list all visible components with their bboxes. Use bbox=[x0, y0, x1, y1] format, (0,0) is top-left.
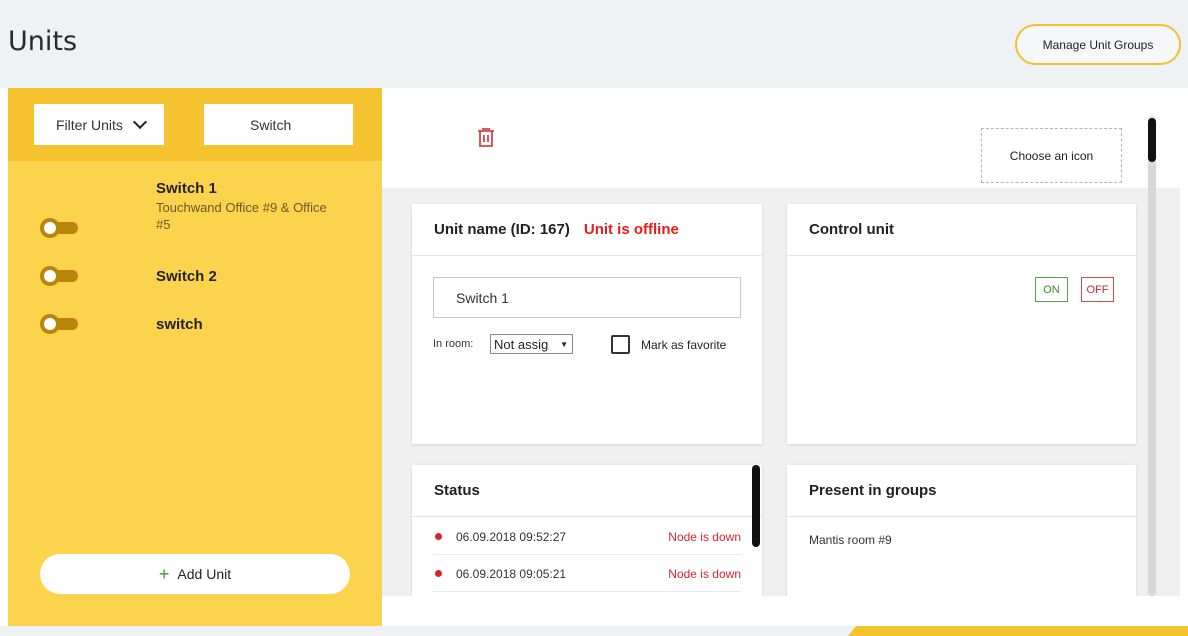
group-item[interactable]: Mantis room #9 bbox=[809, 533, 892, 547]
filter-units-label: Filter Units bbox=[56, 116, 123, 133]
unit-search-input[interactable] bbox=[204, 104, 353, 145]
off-button[interactable]: OFF bbox=[1081, 277, 1114, 302]
detail-scrollbar-thumb[interactable] bbox=[1148, 118, 1156, 162]
unit-card-title: Unit name (ID: 167) bbox=[434, 221, 570, 238]
plus-icon: + bbox=[158, 564, 170, 584]
room-select-value: Not assig bbox=[494, 336, 549, 352]
favorite-checkbox[interactable] bbox=[611, 335, 630, 354]
unit-toggle-switch[interactable] bbox=[38, 218, 82, 238]
favorite-label: Mark as favorite bbox=[641, 338, 727, 352]
manage-unit-groups-button[interactable]: Manage Unit Groups bbox=[1015, 24, 1181, 65]
on-button[interactable]: ON bbox=[1035, 277, 1068, 302]
status-card: Status 06.09.2018 09:52:27 Node is down … bbox=[412, 465, 762, 596]
unit-card-header: Unit name (ID: 167) Unit is offline bbox=[412, 204, 762, 256]
status-time: 06.09.2018 09:52:27 bbox=[456, 529, 567, 544]
unit-toggle-switch[interactable] bbox=[38, 266, 82, 286]
groups-card-header: Present in groups bbox=[787, 465, 1136, 517]
status-row: 06.09.2018 09:52:27 Node is down bbox=[433, 519, 741, 555]
room-label: In room: bbox=[433, 338, 474, 350]
status-dot-icon bbox=[435, 570, 442, 577]
unit-name-card: Unit name (ID: 167) Unit is offline In r… bbox=[412, 204, 762, 444]
status-message: Node is down bbox=[668, 529, 741, 544]
detail-scrollbar-track[interactable] bbox=[1148, 116, 1156, 596]
top-bar: Units Manage Unit Groups bbox=[0, 0, 1188, 88]
status-row: 06.09.2018 09:05:21 Node is down bbox=[433, 556, 741, 592]
chevron-down-icon bbox=[132, 114, 147, 130]
unit-name-input[interactable] bbox=[433, 277, 741, 318]
status-card-header: Status bbox=[412, 465, 762, 517]
status-scrollbar[interactable] bbox=[752, 465, 760, 547]
trash-icon[interactable] bbox=[476, 126, 496, 148]
choose-icon-button[interactable]: Choose an icon bbox=[981, 128, 1122, 183]
filter-units-dropdown[interactable]: Filter Units bbox=[34, 104, 164, 145]
detail-toolbar: Choose an icon bbox=[382, 88, 1180, 188]
unit-detail-panel: Choose an icon Unit name (ID: 167) Unit … bbox=[382, 88, 1180, 596]
unit-name: Switch 1 bbox=[156, 180, 217, 197]
units-sidebar: Filter Units Switch 1 Touchwand Office #… bbox=[8, 88, 382, 626]
add-unit-label: Add Unit bbox=[177, 566, 232, 582]
dropdown-arrow-icon: ▼ bbox=[560, 339, 568, 349]
groups-card: Present in groups Mantis room #9 bbox=[787, 465, 1136, 596]
room-select[interactable]: Not assig ▼ bbox=[490, 334, 573, 354]
unit-name: switch bbox=[156, 316, 203, 333]
unit-toggle-switch[interactable] bbox=[38, 314, 82, 334]
status-dot-icon bbox=[435, 533, 442, 540]
add-unit-button[interactable]: + Add Unit bbox=[40, 554, 350, 594]
sidebar-filter-bar: Filter Units bbox=[8, 88, 382, 161]
control-unit-card: Control unit ON OFF bbox=[787, 204, 1136, 444]
offline-status: Unit is offline bbox=[583, 221, 679, 238]
unit-location: Touchwand Office #9 & Office #5 bbox=[156, 200, 327, 232]
footer-accent bbox=[848, 626, 1188, 636]
control-card-header: Control unit bbox=[787, 204, 1136, 256]
status-time: 06.09.2018 09:05:21 bbox=[456, 566, 567, 581]
page-title: Units bbox=[8, 26, 78, 57]
status-message: Node is down bbox=[668, 566, 741, 581]
unit-name: Switch 2 bbox=[156, 268, 217, 285]
